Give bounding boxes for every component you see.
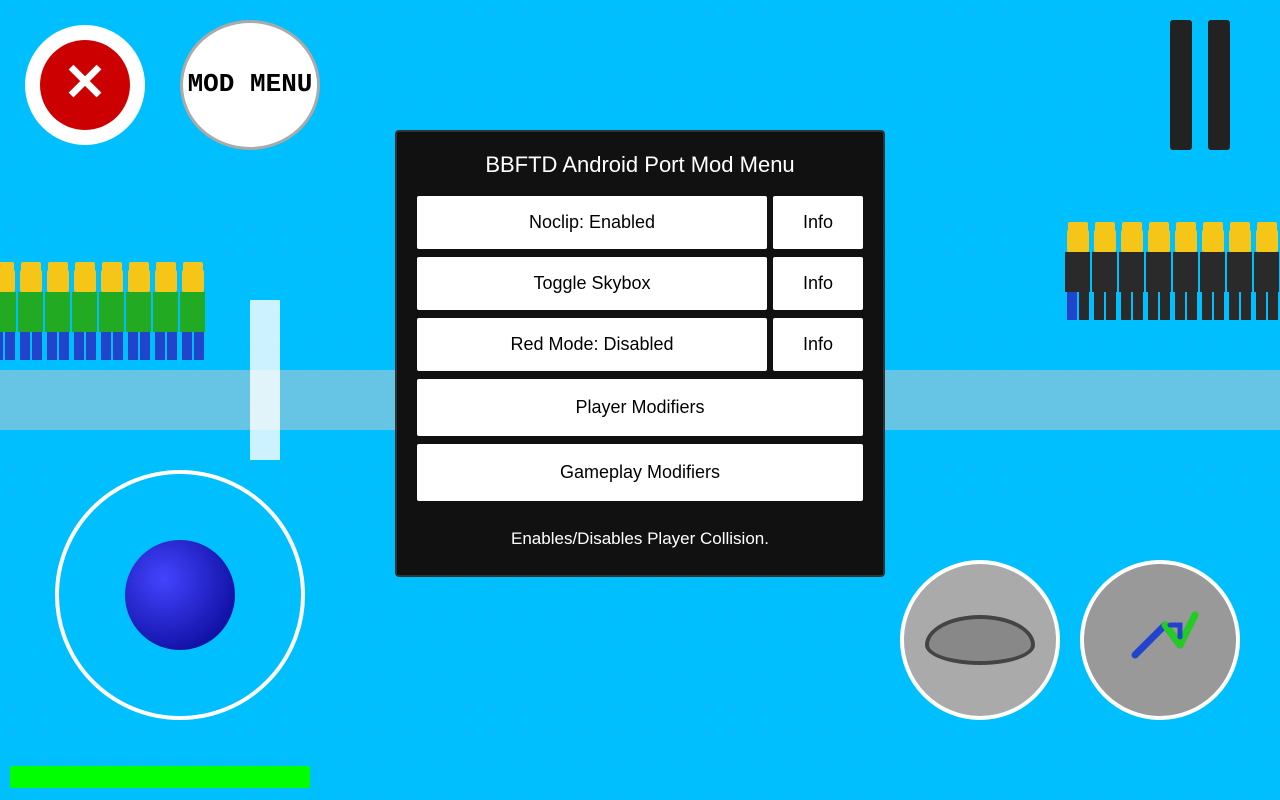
char-head xyxy=(47,270,69,292)
toggle-skybox-row: Toggle Skybox Info xyxy=(417,257,863,310)
char-body xyxy=(45,292,70,332)
white-strip xyxy=(250,300,280,460)
mod-menu-label: MOD MENU xyxy=(188,69,313,100)
char-body xyxy=(126,292,151,332)
char-body xyxy=(180,292,205,332)
char-body xyxy=(153,292,178,332)
char-head xyxy=(155,270,177,292)
char-head xyxy=(182,270,204,292)
char-dark-4 xyxy=(1146,230,1171,320)
char-head xyxy=(128,270,150,292)
char-head xyxy=(74,270,96,292)
char-baldi-7 xyxy=(153,270,178,360)
pause-bar-right xyxy=(1208,20,1230,150)
close-button[interactable]: ✕ xyxy=(25,25,145,145)
noclip-button[interactable]: Noclip: Enabled xyxy=(417,196,767,249)
char-baldi-2 xyxy=(18,270,43,360)
char-baldi-8 xyxy=(180,270,205,360)
char-head xyxy=(0,270,15,292)
char-dark-5 xyxy=(1173,230,1198,320)
char-body xyxy=(18,292,43,332)
pause-bar-left xyxy=(1170,20,1192,150)
mod-panel-title: BBFTD Android Port Mod Menu xyxy=(417,152,863,178)
char-baldi-1 xyxy=(0,270,16,360)
mod-description: Enables/Disables Player Collision. xyxy=(417,523,863,555)
char-head xyxy=(101,270,123,292)
char-baldi-3 xyxy=(45,270,70,360)
char-dark-1 xyxy=(1065,230,1090,320)
close-icon: ✕ xyxy=(63,57,107,109)
char-dark-8 xyxy=(1254,230,1279,320)
char-body xyxy=(72,292,97,332)
run-arrow-svg xyxy=(1115,595,1205,685)
red-mode-row: Red Mode: Disabled Info xyxy=(417,318,863,371)
run-circle[interactable] xyxy=(1080,560,1240,720)
noclip-row: Noclip: Enabled Info xyxy=(417,196,863,249)
char-dark-6 xyxy=(1200,230,1225,320)
char-body xyxy=(99,292,124,332)
mirror-inner xyxy=(925,615,1035,665)
progress-bar xyxy=(10,766,310,788)
close-button-inner: ✕ xyxy=(40,40,130,130)
noclip-info-button[interactable]: Info xyxy=(773,196,863,249)
pause-button[interactable] xyxy=(1170,20,1230,150)
toggle-skybox-button[interactable]: Toggle Skybox xyxy=(417,257,767,310)
joystick-circle[interactable] xyxy=(55,470,305,720)
joystick-ball xyxy=(125,540,235,650)
mod-menu-panel: BBFTD Android Port Mod Menu Noclip: Enab… xyxy=(395,130,885,577)
mod-menu-button[interactable]: MOD MENU xyxy=(180,20,320,150)
char-baldi-5 xyxy=(99,270,124,360)
char-body xyxy=(0,292,16,332)
char-dark-3 xyxy=(1119,230,1144,320)
player-modifiers-button[interactable]: Player Modifiers xyxy=(417,379,863,436)
char-dark-7 xyxy=(1227,230,1252,320)
red-mode-button[interactable]: Red Mode: Disabled xyxy=(417,318,767,371)
char-dark-2 xyxy=(1092,230,1117,320)
mirror-circle[interactable] xyxy=(900,560,1060,720)
gameplay-modifiers-button[interactable]: Gameplay Modifiers xyxy=(417,444,863,501)
right-characters xyxy=(1064,230,1280,320)
left-characters xyxy=(0,270,206,360)
red-mode-info-button[interactable]: Info xyxy=(773,318,863,371)
char-head xyxy=(20,270,42,292)
char-baldi-4 xyxy=(72,270,97,360)
char-baldi-6 xyxy=(126,270,151,360)
toggle-skybox-info-button[interactable]: Info xyxy=(773,257,863,310)
